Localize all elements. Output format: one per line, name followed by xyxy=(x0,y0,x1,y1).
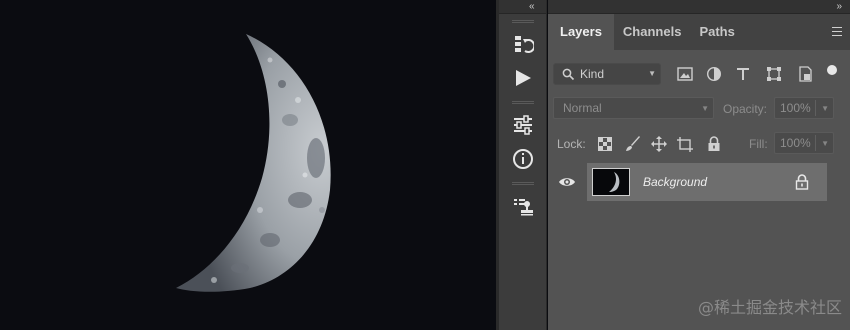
tab-layers[interactable]: Layers xyxy=(548,14,614,50)
strip-grip[interactable] xyxy=(511,20,534,23)
chevron-down-icon[interactable]: ▼ xyxy=(821,104,829,113)
shape-filter-icon xyxy=(767,67,781,81)
panel-header: » xyxy=(548,0,850,14)
blend-row: Normal ▼ Opacity: 100% ▼ xyxy=(548,94,850,122)
moon-image xyxy=(0,0,496,330)
adjustments-button[interactable] xyxy=(499,108,547,142)
tab-channels[interactable]: Channels xyxy=(614,14,691,50)
opacity-field[interactable]: 100% ▼ xyxy=(774,97,834,119)
lock-row: Lock: Fill: 100% ▼ xyxy=(548,129,850,157)
smart-object-filter-icon xyxy=(799,66,812,82)
chevron-down-icon: ▼ xyxy=(701,104,709,113)
history-icon xyxy=(515,36,534,53)
expand-panel-icon[interactable]: » xyxy=(836,0,841,14)
lock-all-icon xyxy=(708,136,720,151)
layers-panel: » Layers Channels Paths Kind ▼ Normal ▼ … xyxy=(548,0,850,330)
opacity-label: Opacity: xyxy=(723,102,768,116)
filter-shape-layers[interactable] xyxy=(765,66,783,82)
strip-grip[interactable] xyxy=(511,182,534,185)
lock-label: Lock: xyxy=(557,137,586,151)
fill-label: Fill: xyxy=(749,137,768,151)
actions-button[interactable] xyxy=(499,61,547,95)
play-icon xyxy=(516,70,531,86)
field-divider xyxy=(815,100,816,116)
image-filter-icon xyxy=(677,67,693,81)
filter-adjustment-layers[interactable] xyxy=(705,66,723,82)
chevron-down-icon: ▼ xyxy=(648,69,656,78)
layer-item-background[interactable]: Background xyxy=(587,163,827,201)
lock-artboard[interactable] xyxy=(676,135,694,153)
lock-position[interactable] xyxy=(650,135,668,153)
document-canvas[interactable] xyxy=(0,0,496,330)
opacity-value: 100% xyxy=(780,101,811,115)
filter-smart-objects[interactable] xyxy=(796,66,814,82)
info-button[interactable] xyxy=(499,142,547,176)
clone-source-button[interactable] xyxy=(499,189,547,223)
filter-type-layers[interactable] xyxy=(734,66,752,82)
collapse-strip-icon[interactable]: « xyxy=(529,0,534,14)
fill-value: 100% xyxy=(780,136,811,150)
chevron-down-icon[interactable]: ▼ xyxy=(821,139,829,148)
lock-transparent-icon xyxy=(598,137,612,151)
filter-kind-select[interactable]: Kind ▼ xyxy=(553,63,661,85)
blend-mode-value: Normal xyxy=(563,101,602,115)
lock-image-icon xyxy=(626,136,640,151)
type-filter-icon xyxy=(737,68,749,80)
lock-position-icon xyxy=(651,136,667,152)
lock-artboard-icon xyxy=(677,137,693,152)
strip-grip[interactable] xyxy=(511,101,534,104)
layer-row[interactable]: Background xyxy=(548,163,850,201)
panel-menu-icon[interactable] xyxy=(832,27,842,36)
watermark: @稀土掘金技术社区 xyxy=(697,298,842,317)
lock-all[interactable] xyxy=(705,135,723,153)
fill-field[interactable]: 100% ▼ xyxy=(774,132,834,154)
layer-thumbnail xyxy=(592,168,630,196)
field-divider xyxy=(815,135,816,151)
history-button[interactable] xyxy=(499,27,547,61)
layer-name: Background xyxy=(643,175,708,189)
panel-icon-strip: « xyxy=(499,0,547,330)
filter-pixel-layers[interactable] xyxy=(676,66,694,82)
stamp-icon xyxy=(514,199,533,216)
eye-icon xyxy=(559,178,575,186)
tab-paths[interactable]: Paths xyxy=(690,14,743,50)
lock-icon xyxy=(795,174,809,190)
adjustment-filter-icon xyxy=(706,66,722,82)
adjustments-icon xyxy=(514,115,532,135)
moon-thumbnail-icon xyxy=(609,172,620,192)
filter-toggle-icon xyxy=(827,65,837,75)
filter-row: Kind ▼ xyxy=(548,60,850,88)
blend-mode-select[interactable]: Normal ▼ xyxy=(553,97,714,119)
panel-tabs: Layers Channels Paths xyxy=(548,14,850,50)
visibility-toggle[interactable] xyxy=(548,163,586,201)
search-icon xyxy=(562,68,575,81)
strip-header: « xyxy=(499,0,546,14)
info-icon xyxy=(513,149,533,169)
lock-image-pixels[interactable] xyxy=(624,135,642,153)
filter-kind-label: Kind xyxy=(580,67,605,81)
filter-toggle[interactable] xyxy=(823,62,841,78)
lock-transparent-pixels[interactable] xyxy=(596,135,614,153)
